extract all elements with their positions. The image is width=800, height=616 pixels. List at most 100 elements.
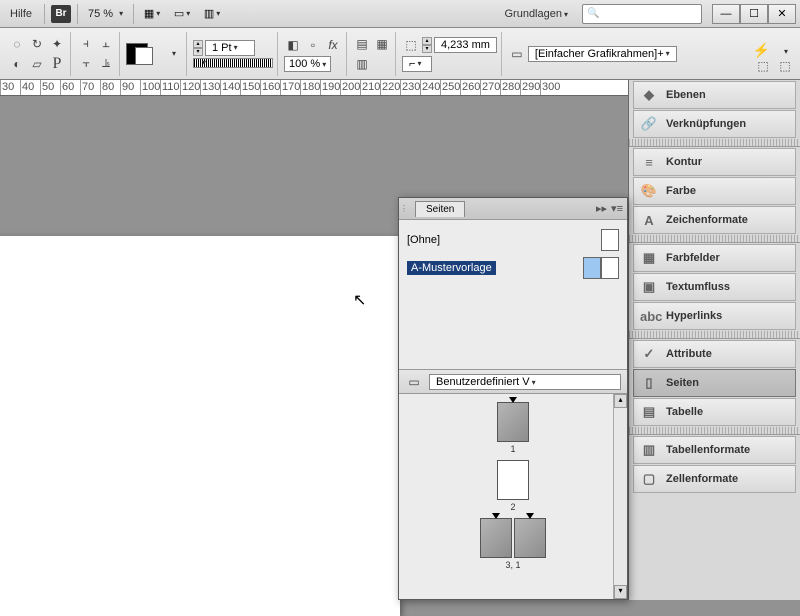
- section-marker-icon: [526, 513, 534, 519]
- star-icon[interactable]: ✦: [48, 35, 66, 53]
- p-icon[interactable]: P: [48, 55, 66, 73]
- panel-button-verknüpfungen[interactable]: 🔗 Verknüpfungen: [633, 110, 796, 138]
- zellenformate-icon: ▢: [640, 471, 658, 487]
- reflect-icon[interactable]: ◐: [8, 55, 26, 73]
- panel-button-textumfluss[interactable]: ▣Textumfluss: [633, 273, 796, 301]
- page-thumb-3[interactable]: [480, 518, 512, 558]
- wrap-none-icon[interactable]: ▤: [353, 35, 371, 53]
- panel-label: Farbfelder: [666, 252, 720, 264]
- zoom-dropdown[interactable]: 75 %: [84, 6, 127, 22]
- master-a-row[interactable]: A-Mustervorlage: [405, 254, 621, 282]
- panel-button-farbfelder[interactable]: ▦Farbfelder: [633, 244, 796, 272]
- page-size-bar: ▭ Benutzerdefiniert V: [399, 370, 627, 394]
- page-size-dropdown[interactable]: Benutzerdefiniert V: [429, 374, 621, 390]
- swatch-dropdown-icon[interactable]: [164, 45, 182, 63]
- opacity-field[interactable]: 100 %: [284, 56, 331, 72]
- master-thumb[interactable]: [583, 257, 601, 279]
- distribute-v-icon[interactable]: ⫡: [97, 55, 115, 73]
- minimize-button[interactable]: —: [712, 4, 740, 24]
- view-options-icon[interactable]: ▦: [140, 3, 164, 25]
- panel-button-zeichenformate[interactable]: AZeichenformate: [633, 206, 796, 234]
- stroke-spinner[interactable]: ▴▾: [193, 40, 203, 56]
- new-style-icon[interactable]: ⬚: [754, 57, 772, 75]
- opacity-icon[interactable]: ◧: [284, 36, 302, 54]
- distribute-h-icon[interactable]: ⫠: [97, 35, 115, 53]
- pages-tab[interactable]: Seiten: [415, 201, 465, 217]
- document-page[interactable]: [0, 236, 400, 616]
- panel-button-tabellenformate[interactable]: ▥Tabellenformate: [633, 436, 796, 464]
- master-thumb[interactable]: [601, 229, 619, 251]
- ebenen-icon: ◆: [640, 87, 658, 103]
- master-thumb[interactable]: [601, 257, 619, 279]
- panel-button-attribute[interactable]: ✓ Attribute: [633, 340, 796, 368]
- align-v-icon[interactable]: ⫟: [77, 55, 95, 73]
- transform-group: ◌↻✦ ◐▱P: [4, 32, 71, 76]
- verknüpfungen-icon: 🔗: [640, 116, 658, 132]
- panel-label: Zellenformate: [666, 473, 738, 485]
- frame-icon[interactable]: ▭: [508, 45, 526, 63]
- help-menu[interactable]: Hilfe: [4, 6, 38, 22]
- scroll-up-icon[interactable]: ▴: [614, 394, 627, 408]
- kontur-icon: ≡: [640, 155, 658, 170]
- panel-button-zellenformate[interactable]: ▢ Zellenformate: [633, 465, 796, 493]
- maximize-button[interactable]: ☐: [740, 4, 768, 24]
- textumfluss-icon: ▣: [640, 279, 658, 295]
- corner-radius-field[interactable]: 4,233 mm: [434, 37, 497, 53]
- stroke-style-dropdown[interactable]: [193, 58, 273, 68]
- panel-button-hyperlinks[interactable]: abcHyperlinks: [633, 302, 796, 330]
- panel-label: Ebenen: [666, 89, 706, 101]
- section-marker-icon: [509, 397, 517, 403]
- page-label: 2: [510, 502, 515, 512]
- wrap-bbox-icon[interactable]: ▦: [373, 35, 391, 53]
- section-marker-icon: [492, 513, 500, 519]
- page-thumb-1[interactable]: [497, 402, 529, 442]
- panel-collapse-icon[interactable]: ▸▸: [596, 202, 607, 215]
- attribute-icon: ✓: [640, 346, 658, 362]
- panel-label: Tabellenformate: [666, 444, 750, 456]
- bridge-icon[interactable]: Br: [51, 5, 71, 23]
- align-group: ⫞⫠ ⫟⫡: [73, 32, 120, 76]
- search-input[interactable]: [582, 4, 702, 24]
- corner-shape-dropdown[interactable]: ⌐: [402, 56, 432, 72]
- page-size-icon[interactable]: ▭: [405, 373, 423, 391]
- object-style-dropdown[interactable]: [Einfacher Grafikrahmen]+: [528, 46, 677, 62]
- horizontal-ruler[interactable]: 3040506070809010011012013014015016017018…: [0, 80, 628, 96]
- master-none-row[interactable]: [Ohne]: [405, 226, 621, 254]
- ellipse-icon[interactable]: ◌: [8, 35, 26, 53]
- control-menu-icon[interactable]: [776, 42, 794, 60]
- screen-mode-icon[interactable]: ▭: [170, 3, 194, 25]
- corner-spinner[interactable]: ▴▾: [422, 37, 432, 53]
- panel-label: Zeichenformate: [666, 214, 748, 226]
- panel-label: Kontur: [666, 156, 702, 168]
- panel-button-seiten[interactable]: ▯Seiten: [633, 369, 796, 397]
- arrange-docs-icon[interactable]: ▥: [200, 3, 224, 25]
- panel-button-tabelle[interactable]: ▤Tabelle: [633, 398, 796, 426]
- rotate-icon[interactable]: ↻: [28, 35, 46, 53]
- panel-button-ebenen[interactable]: ◆ Ebenen: [633, 81, 796, 109]
- stroke-group: ▴▾ 1 Pt: [189, 32, 278, 76]
- panel-label: Verknüpfungen: [666, 118, 746, 130]
- close-button[interactable]: ✕: [768, 4, 796, 24]
- workspace-dropdown[interactable]: Grundlagen: [496, 6, 576, 22]
- corner-group: ⬚ ▴▾ 4,233 mm ⌐: [398, 32, 502, 76]
- quick-apply-icon[interactable]: ⚡: [753, 42, 770, 59]
- blend-icon[interactable]: ▫: [304, 36, 322, 54]
- scroll-down-icon[interactable]: ▾: [614, 585, 627, 599]
- panel-button-kontur[interactable]: ≡ Kontur: [633, 148, 796, 176]
- panel-tabbar[interactable]: ⋮ Seiten ▸▸ ▾≡: [399, 198, 627, 220]
- corner-icon[interactable]: ⬚: [402, 36, 420, 54]
- panel-grip-icon[interactable]: ⋮: [399, 204, 409, 213]
- stroke-weight-field[interactable]: 1 Pt: [205, 40, 255, 56]
- panel-label: Attribute: [666, 348, 712, 360]
- fx-icon[interactable]: fx: [324, 36, 342, 54]
- page-thumb-2[interactable]: [497, 460, 529, 500]
- page-thumb-3b[interactable]: [514, 518, 546, 558]
- panel-button-farbe[interactable]: 🎨Farbe: [633, 177, 796, 205]
- panel-menu-icon[interactable]: ▾≡: [611, 202, 623, 215]
- panel-label: Tabelle: [666, 406, 703, 418]
- fill-swatch[interactable]: [126, 43, 148, 65]
- panel-scrollbar[interactable]: ▴ ▾: [613, 394, 627, 599]
- wrap-shape-icon[interactable]: ▥: [353, 55, 371, 73]
- align-h-icon[interactable]: ⫞: [77, 35, 95, 53]
- shear-icon[interactable]: ▱: [28, 55, 46, 73]
